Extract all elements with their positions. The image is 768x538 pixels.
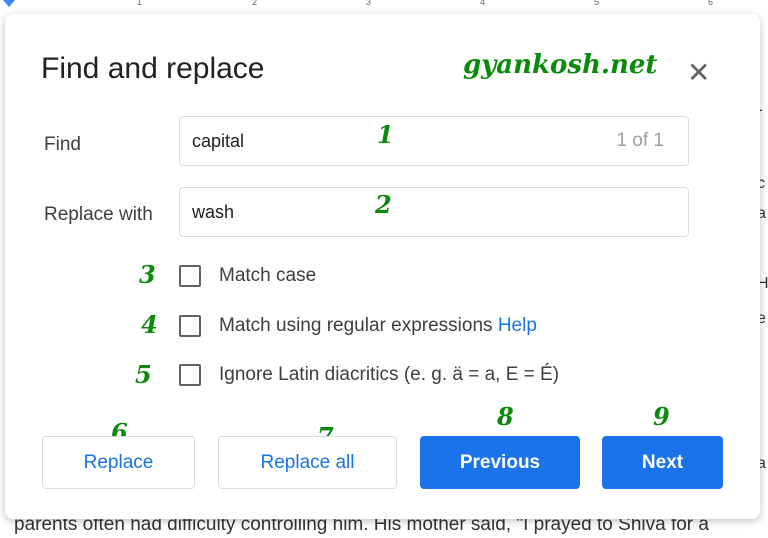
dialog-title: Find and replace [41,52,265,85]
match-case-label: Match case [219,265,317,286]
ruler-tick: 5 [594,0,600,7]
indent-marker[interactable] [3,0,15,7]
replace-button[interactable]: Replace [42,436,195,489]
watermark: gyankosh.net [463,50,658,80]
annotation-number: 4 [141,310,158,339]
match-case-checkbox[interactable] [179,265,201,287]
replace-value: wash [192,202,235,222]
find-value: capital [192,131,245,151]
find-label: Find [44,134,81,155]
annotation-number: 5 [135,360,152,389]
annotation-number: 9 [653,402,670,431]
regex-checkbox[interactable] [179,315,201,337]
annotation-number: 8 [497,402,514,431]
find-replace-dialog: Find and replace gyankosh.net ✕ Find cap… [5,14,760,519]
ruler-tick: 3 [366,0,372,7]
replace-input[interactable]: wash [179,187,689,237]
annotation-number: 1 [377,120,394,149]
next-button[interactable]: Next [602,436,723,489]
replace-label: Replace with [44,204,153,225]
ruler-tick: 2 [252,0,258,7]
annotation-number: 2 [375,190,392,219]
close-icon[interactable]: ✕ [687,56,710,89]
diacritics-label: Ignore Latin diacritics (e. g. ä = a, E … [219,364,560,385]
find-input[interactable]: capital 1 of 1 [179,116,689,166]
ruler-tick: 1 [137,0,143,7]
replace-all-button[interactable]: Replace all [218,436,397,489]
regex-label: Match using regular expressions [219,315,493,336]
diacritics-checkbox[interactable] [179,364,201,386]
ruler-tick: 6 [708,0,714,7]
previous-button[interactable]: Previous [420,436,580,489]
help-link[interactable]: Help [498,315,537,336]
match-count: 1 of 1 [616,130,664,151]
annotation-number: 3 [139,260,156,289]
ruler-tick: 4 [480,0,486,7]
